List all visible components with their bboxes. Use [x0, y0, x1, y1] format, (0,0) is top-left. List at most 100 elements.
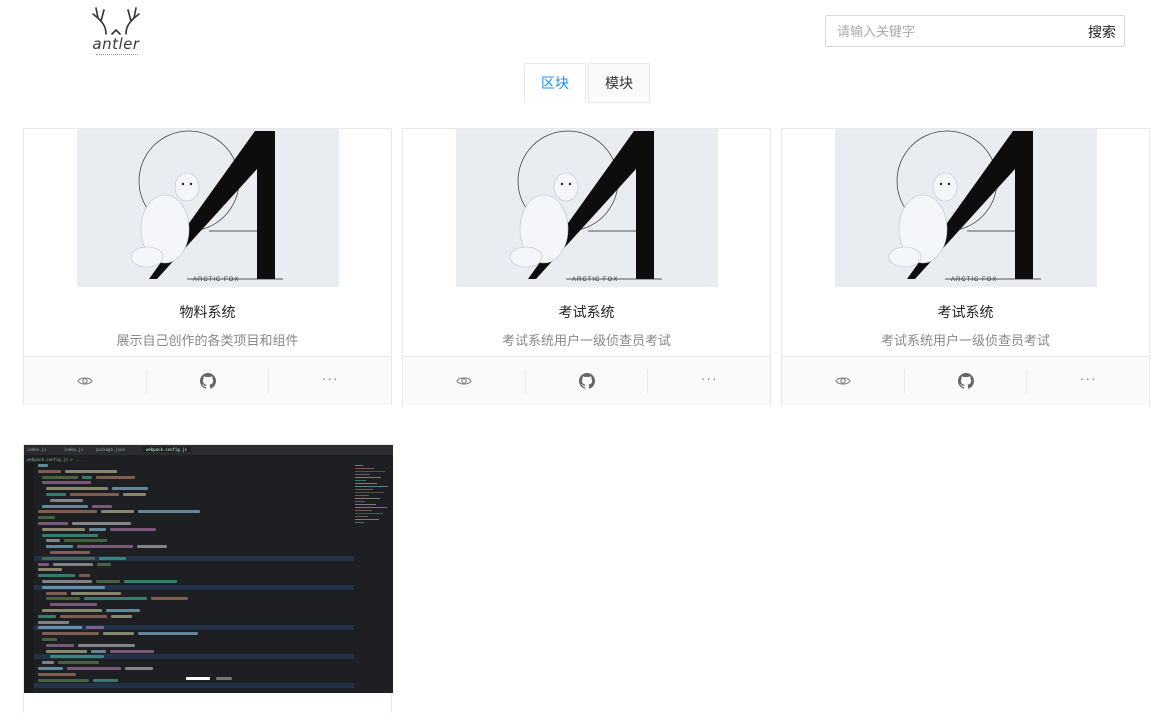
card-title: 考试系统 [937, 304, 994, 320]
editor-minimap [355, 463, 391, 523]
card-description: 展示自己创作的各类项目和组件 [116, 333, 299, 348]
code-line [99, 556, 126, 560]
editor-tab: index.js [64, 447, 84, 452]
code-line [111, 614, 132, 618]
code-line [112, 487, 148, 491]
code-line [124, 580, 177, 583]
tab-modules[interactable]: 模块 [588, 63, 650, 103]
github-button[interactable] [524, 369, 648, 393]
highlighted-line [34, 683, 354, 689]
code-line [46, 649, 87, 653]
antler-logo[interactable]: antler [88, 4, 144, 58]
eye-icon [456, 377, 472, 385]
code-line [46, 493, 66, 496]
preview-button[interactable] [403, 369, 525, 393]
preview-button[interactable] [24, 369, 146, 393]
code-line [110, 527, 156, 531]
card-title: 考试系统 [558, 304, 615, 320]
ellipsis-icon: ··· [321, 370, 339, 386]
code-line [38, 510, 97, 514]
code-line [93, 678, 118, 682]
editor-tab: package.json [96, 447, 125, 452]
code-line [125, 667, 153, 670]
code-line [50, 498, 83, 502]
code-line [38, 620, 69, 624]
card-description: 考试系统用户一级侦查员考试 [501, 333, 671, 348]
code-line [38, 562, 49, 566]
code-line [103, 632, 134, 636]
antler-antlers-icon [92, 7, 140, 35]
code-line [77, 545, 133, 549]
code-line [38, 568, 62, 572]
code-line [38, 614, 56, 618]
search-button[interactable]: 搜索 [1088, 22, 1116, 42]
editor-tab-bar: index.js index.js package.json webpack.c… [24, 445, 393, 455]
github-icon [578, 373, 595, 389]
preview-button[interactable] [782, 369, 904, 393]
code-editor-screenshot: index.js index.js package.json webpack.c… [24, 445, 393, 693]
editor-gutter [24, 463, 34, 693]
code-line [123, 493, 146, 496]
code-line [42, 585, 105, 589]
card-cover-image: ARCTIC FOX [456, 129, 718, 287]
code-line [42, 632, 99, 636]
more-button[interactable]: ··· [1026, 369, 1149, 393]
code-line [42, 580, 92, 583]
code-line [92, 504, 112, 508]
code-line [86, 626, 104, 630]
code-line [82, 475, 92, 479]
more-button[interactable]: ··· [268, 369, 391, 393]
search-box: 搜索 [825, 15, 1125, 47]
code-line [42, 533, 98, 537]
ellipsis-icon: ··· [1079, 370, 1097, 386]
code-line [46, 643, 74, 647]
code-line [38, 574, 75, 578]
project-card[interactable]: ARCTIC FOX 考试系统 考试系统用户一级侦查员考试 ··· [402, 128, 771, 405]
card-actions: ··· [782, 356, 1149, 405]
carousel-dot[interactable] [186, 677, 210, 680]
card-actions: ··· [403, 356, 770, 405]
code-line [50, 603, 97, 607]
code-line [42, 527, 85, 531]
code-line [46, 487, 108, 491]
more-button[interactable]: ··· [647, 369, 770, 393]
highlighted-line [34, 625, 354, 631]
editor-tab: index.js [27, 447, 47, 452]
card-cover-image: ARCTIC FOX [77, 129, 339, 287]
code-line [96, 580, 120, 583]
eye-icon [835, 377, 851, 385]
code-line [38, 626, 82, 630]
code-line [38, 672, 76, 676]
github-button[interactable] [903, 369, 1027, 393]
tab-blocks[interactable]: 区块 [524, 63, 586, 103]
code-line [96, 475, 135, 479]
card-description: 考试系统用户一级侦查员考试 [880, 333, 1050, 348]
code-line [42, 504, 88, 508]
github-button[interactable] [145, 369, 269, 393]
card-title: 物料系统 [179, 304, 236, 320]
code-line [106, 609, 140, 612]
code-line [42, 638, 57, 641]
code-line [50, 551, 90, 554]
code-line [137, 545, 167, 549]
code-line [42, 475, 78, 479]
code-line [64, 539, 107, 543]
github-icon [199, 373, 216, 389]
editor-breadcrumb: webpack.config.js > ... [27, 457, 83, 462]
project-card[interactable]: ARCTIC FOX 考试系统 考试系统用户一级侦查员考试 ··· [781, 128, 1150, 405]
code-line [42, 609, 102, 612]
project-card-code[interactable]: index.js index.js package.json webpack.c… [23, 444, 393, 713]
logo-divider [96, 54, 138, 56]
code-line [38, 464, 48, 467]
search-input[interactable] [827, 17, 1072, 45]
code-line [89, 527, 106, 531]
code-line [78, 643, 135, 647]
project-card[interactable]: ARCTIC FOX 物料系统 展示自己创作的各类项目和组件 ··· [23, 128, 392, 405]
cover-caption: ARCTIC FOX [951, 277, 997, 283]
eye-icon [77, 377, 93, 385]
code-line [91, 649, 106, 653]
code-line [38, 678, 89, 682]
code-line [42, 556, 95, 560]
code-line [60, 614, 107, 618]
carousel-dot[interactable] [216, 677, 232, 680]
